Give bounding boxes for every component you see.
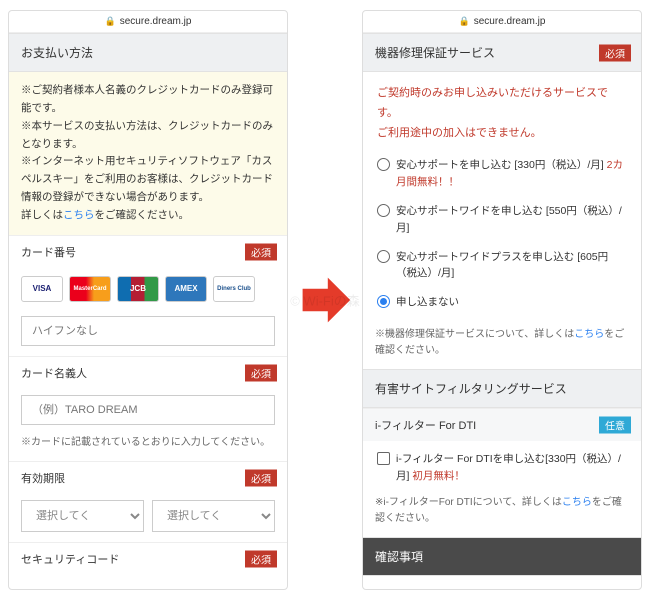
kaspersky-link[interactable]: こちら	[63, 209, 95, 221]
lock-icon: 🔒	[105, 16, 116, 27]
repair-details-link[interactable]: こちら	[574, 329, 604, 340]
payment-notice: ※ご契約者様本人名義のクレジットカードのみ登録可能です。 ※本サービスの支払い方…	[9, 72, 287, 235]
option-anshin-wide[interactable]: 安心サポートワイドを申し込む [550円（税込）/月]	[377, 197, 627, 243]
left-screen: 🔒 secure.dream.jp お支払い方法 ※ご契約者様本人名義のクレジッ…	[8, 10, 288, 590]
required-badge: 必須	[245, 550, 277, 567]
arrow-right-icon	[295, 270, 355, 330]
required-badge: 必須	[245, 469, 277, 486]
ifilter-note: ※i-フィルターFor DTIについて、詳しくはこちらをご確認ください。	[363, 495, 641, 537]
expiry-row: 有効期限 必須	[9, 461, 287, 494]
amex-logo: AMEX	[165, 276, 207, 302]
ifilter-details-link[interactable]: こちら	[562, 497, 592, 508]
card-holder-hint: ※カードに記載されているとおりに入力してください。	[9, 435, 287, 461]
required-badge: 必須	[245, 364, 277, 381]
visa-logo: VISA	[21, 276, 63, 302]
card-number-input[interactable]	[21, 316, 275, 346]
payment-method-header: お支払い方法	[9, 33, 287, 72]
address-bar: 🔒 secure.dream.jp	[363, 11, 641, 33]
expiry-month-select[interactable]: 選択してく	[21, 500, 144, 532]
card-number-row: カード番号 必須	[9, 235, 287, 268]
ifilter-checkbox[interactable]: i-フィルター For DTIを申し込む[330円（税込）/月] 初月無料！	[363, 441, 641, 495]
required-badge: 必須	[599, 44, 631, 61]
card-holder-input[interactable]	[21, 395, 275, 425]
contract-only-warning: ご契約時のみお申し込みいただけるサービスです。 ご利用途中の加入はできません。	[363, 72, 641, 147]
filtering-header: 有害サイトフィルタリングサービス	[363, 369, 641, 408]
mastercard-logo: MasterCard	[69, 276, 111, 302]
confirmation-header: 確認事項	[363, 537, 641, 576]
option-none[interactable]: 申し込まない	[377, 288, 627, 317]
option-anshin-support[interactable]: 安心サポートを申し込む [330円（税込）/月] 2カ月間無料！！	[377, 151, 627, 197]
cvv-row: セキュリティコード 必須	[9, 542, 287, 575]
required-badge: 必須	[245, 243, 277, 260]
jcb-logo: JCB	[117, 276, 159, 302]
card-holder-row: カード名義人 必須	[9, 356, 287, 389]
repair-service-header: 機器修理保証サービス 必須	[363, 33, 641, 72]
url-text: secure.dream.jp	[120, 16, 192, 27]
address-bar: 🔒 secure.dream.jp	[9, 11, 287, 33]
repair-options: 安心サポートを申し込む [330円（税込）/月] 2カ月間無料！！ 安心サポート…	[363, 147, 641, 327]
url-text: secure.dream.jp	[474, 16, 546, 27]
lock-icon: 🔒	[459, 16, 470, 27]
accepted-cards: VISA MasterCard JCB AMEX Diners Club	[9, 268, 287, 310]
diners-logo: Diners Club	[213, 276, 255, 302]
expiry-year-select[interactable]: 選択してく	[152, 500, 275, 532]
optional-badge: 任意	[599, 416, 631, 433]
option-anshin-wide-plus[interactable]: 安心サポートワイドプラスを申し込む [605円（税込）/月]	[377, 243, 627, 289]
right-screen: 🔒 secure.dream.jp 機器修理保証サービス 必須 ご契約時のみお申…	[362, 10, 642, 590]
repair-note: ※機器修理保証サービスについて、詳しくはこちらをご確認ください。	[363, 327, 641, 369]
ifilter-row: i-フィルター For DTI 任意	[363, 408, 641, 441]
